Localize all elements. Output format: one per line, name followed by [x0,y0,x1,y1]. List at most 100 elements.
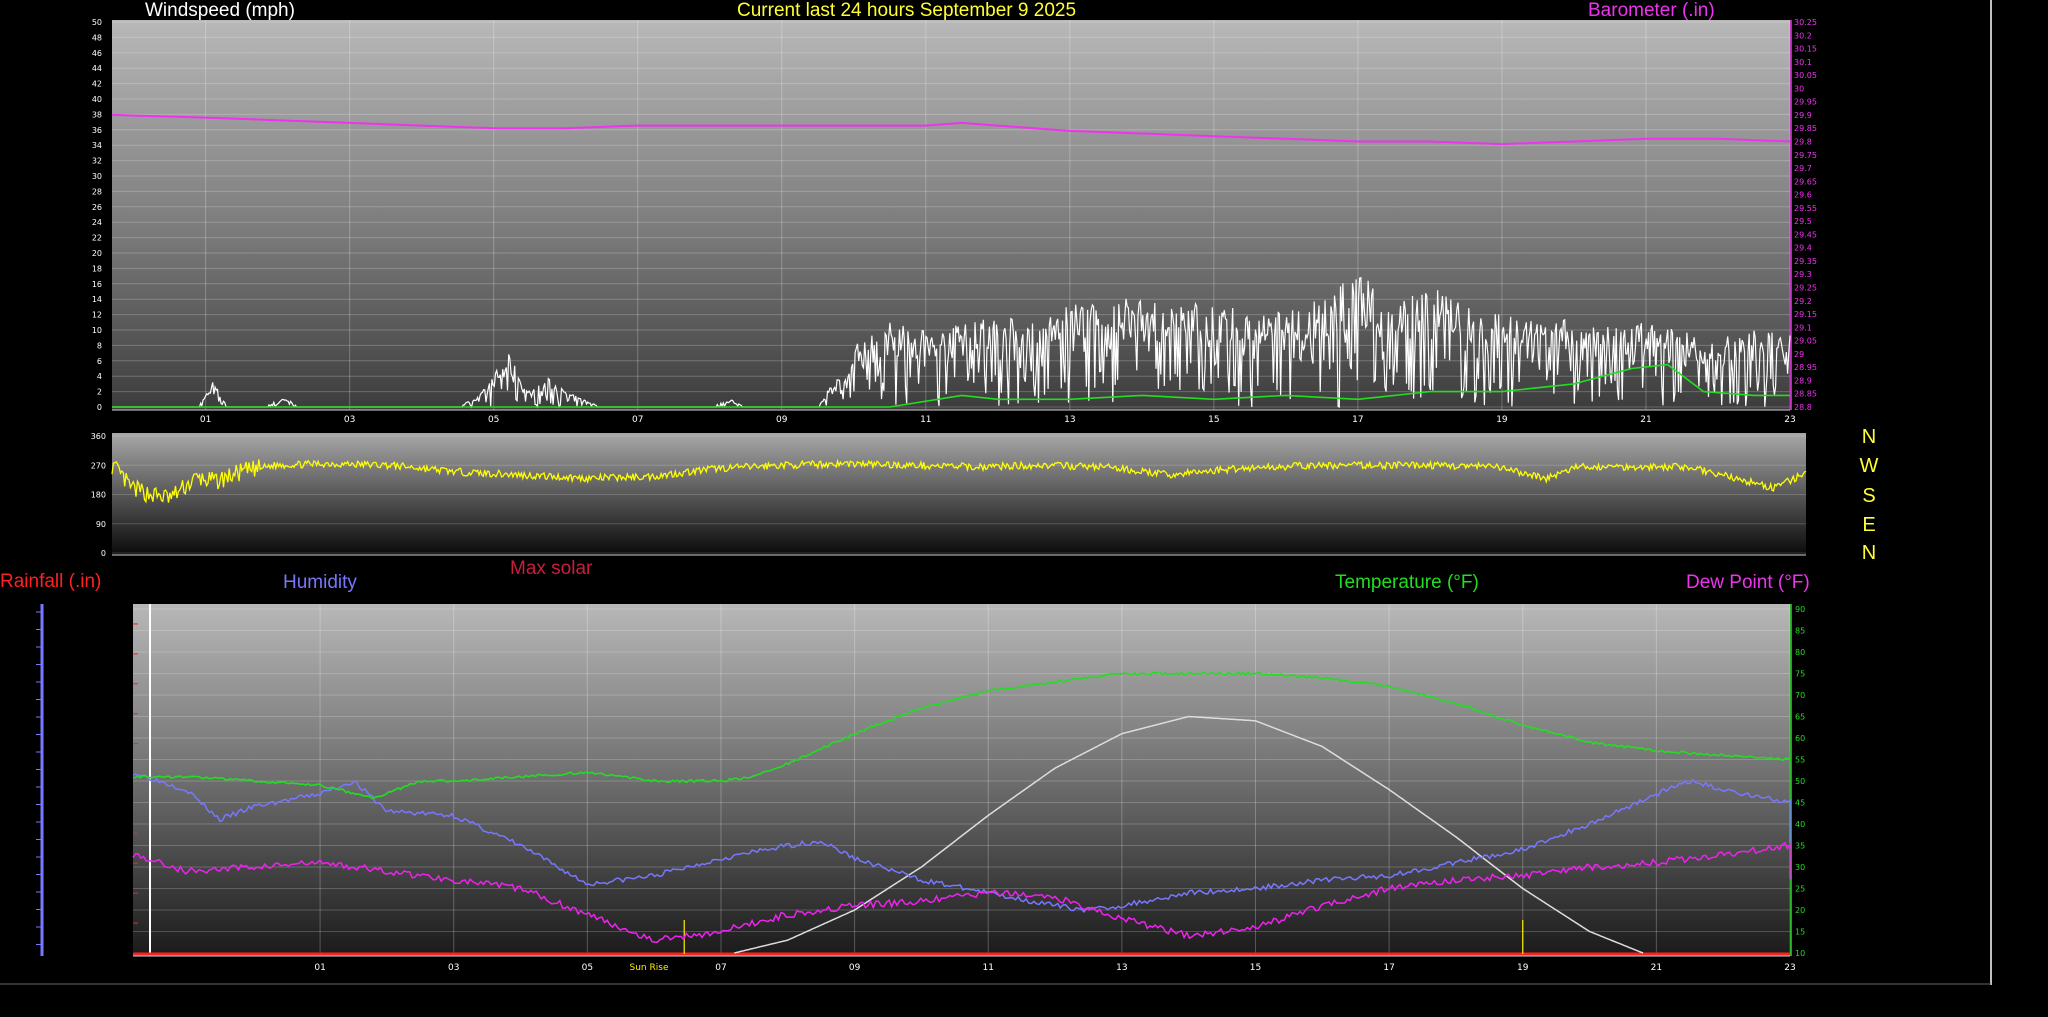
wind-x-tick-label: 11 [920,415,931,425]
climate-x-tick-label: 01 [314,963,325,973]
compass-e: E [1862,514,1875,536]
sunrise-label: Sun Rise [630,963,669,973]
barometer-y-tick-label: 30.25 [1794,18,1817,27]
barometer-y-tick-label: 30.15 [1794,45,1817,54]
direction-y-tick-label: 180 [91,491,106,500]
temperature-y-tick-label: 50 [1795,777,1805,786]
wind-y-tick-label: 36 [92,126,102,135]
wind-y-tick-label: 48 [92,33,102,42]
barometer-y-tick-label: 29.4 [1794,244,1812,253]
barometer-y-tick-label: 29 [1794,350,1804,359]
compass-s: S [1862,485,1875,507]
wind-y-tick-label: 38 [92,110,102,119]
wind-y-tick-label: 24 [92,218,102,227]
climate-x-tick-label: 13 [1116,963,1127,973]
barometer-y-tick-label: 29.35 [1794,257,1817,266]
wind-y-tick-label: 16 [92,280,102,289]
wind-y-tick-label: 44 [92,64,102,73]
barometer-y-tick-label: 29.65 [1794,177,1817,186]
humidity-label: Humidity [283,572,357,593]
wind-x-tick-label: 05 [488,415,499,425]
barometer-y-tick-label: 29.45 [1794,230,1817,239]
temperature-y-tick-label: 10 [1795,949,1805,958]
temperature-label: Temperature (°F) [1335,572,1479,593]
wind-x-tick-label: 23 [1784,415,1795,425]
rainfall-label: Rainfall (.in) [0,571,101,592]
wind-x-tick-label: 21 [1640,415,1651,425]
wind-y-tick-label: 46 [92,49,102,58]
wind-y-tick-label: 28 [92,187,102,196]
barometer-y-tick-label: 30.1 [1794,58,1812,67]
barometer-y-tick-label: 28.95 [1794,363,1817,372]
barometer-y-tick-label: 29.95 [1794,98,1817,107]
wind-y-tick-label: 32 [92,157,102,166]
climate-x-tick-label: 09 [849,963,861,973]
barometer-label: Barometer (.in) [1588,0,1715,21]
barometer-y-tick-label: 29.2 [1794,297,1812,306]
barometer-y-tick-label: 28.85 [1794,390,1817,399]
temperature-y-tick-label: 75 [1795,670,1805,679]
barometer-y-tick-label: 29.1 [1794,323,1812,332]
wind-x-tick-label: 01 [200,415,211,425]
compass-w: W [1860,455,1879,477]
barometer-y-tick-label: 29.85 [1794,124,1817,133]
climate-x-tick-label: 19 [1517,963,1529,973]
barometer-y-tick-label: 29.7 [1794,164,1812,173]
wind-x-tick-label: 09 [776,415,788,425]
barometer-y-tick-label: 29.05 [1794,337,1817,346]
wind-y-tick-label: 40 [92,95,102,104]
temperature-y-tick-label: 65 [1795,713,1805,722]
wind-x-tick-label: 17 [1352,415,1363,425]
climate-x-tick-label: 15 [1250,963,1261,973]
direction-y-tick-label: 0 [101,549,106,558]
barometer-y-tick-label: 29.15 [1794,310,1817,319]
temperature-y-tick-label: 85 [1795,627,1805,636]
wind-y-tick-label: 10 [92,326,102,335]
wind-y-tick-label: 22 [92,234,102,243]
wind-x-tick-label: 13 [1064,415,1075,425]
barometer-y-tick-label: 29.9 [1794,111,1812,120]
barometer-y-tick-label: 30.2 [1794,31,1812,40]
direction-y-tick-label: 270 [91,461,106,470]
climate-panel-background [133,604,1790,956]
max-solar-label: Max solar [510,558,593,579]
barometer-y-tick-label: 29.5 [1794,217,1812,226]
wind-x-tick-label: 07 [632,415,643,425]
temperature-y-tick-label: 90 [1795,605,1805,614]
temperature-y-tick-label: 55 [1795,756,1805,765]
wind-y-tick-label: 18 [92,264,102,273]
climate-x-tick-label: 07 [715,963,726,973]
temperature-y-tick-label: 30 [1795,863,1805,872]
dewpoint-label: Dew Point (°F) [1686,572,1810,593]
temperature-y-tick-label: 45 [1795,799,1805,808]
wind-y-tick-label: 20 [92,249,102,258]
barometer-y-tick-label: 29.6 [1794,191,1812,200]
wind-y-tick-label: 30 [92,172,102,181]
climate-x-tick-label: 17 [1383,963,1394,973]
direction-y-tick-label: 90 [96,520,106,529]
wind-y-tick-label: 34 [92,141,102,150]
wind-y-tick-label: 0 [97,403,102,412]
wind-y-tick-label: 6 [97,357,102,366]
temperature-y-tick-label: 80 [1795,648,1805,657]
temperature-y-tick-label: 60 [1795,734,1805,743]
wind-x-tick-label: 19 [1496,415,1508,425]
climate-x-tick-label: 11 [982,963,993,973]
temperature-y-tick-label: 20 [1795,906,1805,915]
barometer-y-tick-label: 29.8 [1794,137,1812,146]
temperature-y-tick-label: 35 [1795,842,1805,851]
barometer-y-tick-label: 28.8 [1794,403,1812,412]
wind-y-tick-label: 14 [92,295,102,304]
wind-y-tick-label: 8 [97,341,102,350]
compass-n-top: N [1862,426,1876,448]
wind-y-tick-label: 26 [92,203,102,212]
windspeed-label: Windspeed (mph) [145,0,295,21]
wind-x-tick-label: 15 [1208,415,1219,425]
temperature-y-tick-label: 70 [1795,691,1805,700]
temperature-y-tick-label: 25 [1795,885,1805,894]
wind-y-tick-label: 12 [92,311,102,320]
barometer-y-tick-label: 29.55 [1794,204,1817,213]
climate-x-tick-label: 03 [448,963,459,973]
compass-n-bottom: N [1862,542,1876,564]
rainfall-scale [36,604,44,956]
